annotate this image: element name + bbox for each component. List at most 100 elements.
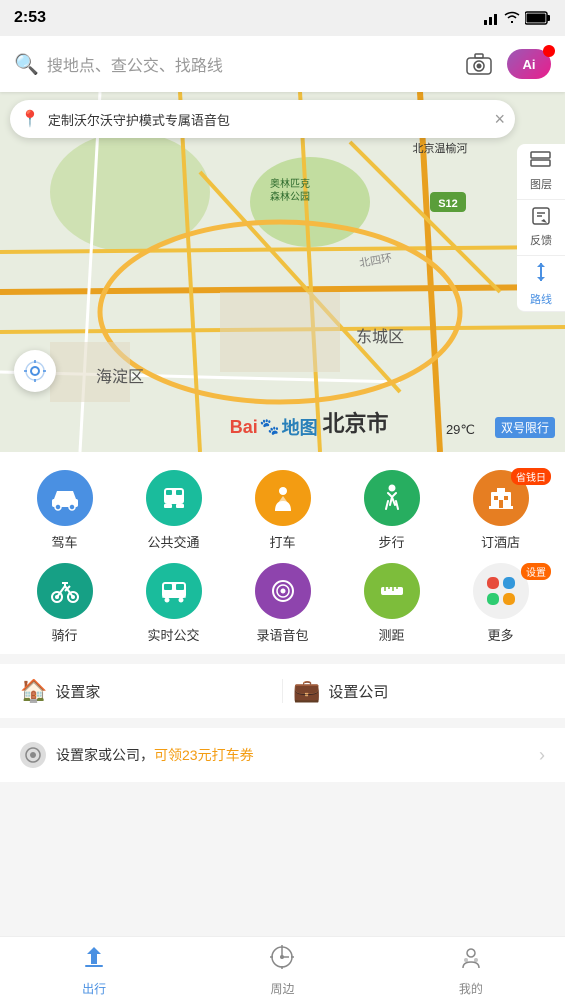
drive-icon [37,470,93,526]
search-placeholder: 搜地点、查公交、找路线 [47,52,223,76]
location-icon [23,359,47,383]
hotel-badge: 省钱日 [511,468,551,485]
nearby-tab-icon [269,944,295,977]
company-link-text: 设置公司 [328,681,388,702]
notification-text: 定制沃尔沃守护模式专属语音包 [48,110,487,129]
promo-icon [20,742,46,768]
more-badge: 设置 [521,563,551,580]
promo-arrow-icon: › [539,745,545,766]
drive-label: 驾车 [51,532,77,551]
feedback-label: 反馈 [530,232,552,248]
route-button[interactable]: 路线 [517,256,565,312]
realbus-icon [146,563,202,619]
baidu-paw-icon: 🐾 [260,417,280,437]
transit-icon [146,470,202,526]
func-realbus[interactable]: 实时公交 [119,563,228,644]
search-icon: 🔍 [14,52,39,77]
set-home-link[interactable]: 🏠 设置家 [20,678,272,704]
svg-text:森林公园: 森林公园 [270,190,310,203]
notification-pin-icon: 📍 [20,109,40,129]
taxi-label: 打车 [269,532,295,551]
walk-icon [364,470,420,526]
map-background: S12 奥林匹克 森林公园 北京温榆河 北四环 海淀区 东城区 [0,92,565,452]
status-time: 2:53 [14,9,46,27]
measure-label: 测距 [378,625,404,644]
notification-banner: 📍 定制沃尔沃守护模式专属语音包 × [10,100,515,138]
walk-label: 步行 [378,532,404,551]
func-measure[interactable]: 测距 [337,563,446,644]
temperature-badge: 29℃ [446,422,475,438]
camera-button[interactable] [461,46,497,82]
function-grid: 驾车 公共交通 打车 [0,452,565,654]
voice-icon [255,563,311,619]
feedback-button[interactable]: 反馈 [517,200,565,256]
status-icons [483,10,551,26]
baidu-logo: Bai 🐾 地图 [230,414,318,440]
ai-button[interactable]: Ai [507,49,551,79]
baidu-text-blue: 地图 [282,414,318,440]
layers-label: 图层 [530,176,552,192]
func-hotel[interactable]: 省钱日 订酒店 [446,470,555,551]
map-area[interactable]: S12 奥林匹克 森林公园 北京温榆河 北四环 海淀区 东城区 📍 定制沃尔沃守… [0,92,565,452]
func-walk[interactable]: 步行 [337,470,446,551]
func-drive[interactable]: 驾车 [10,470,119,551]
bike-icon [37,563,93,619]
city-label: 北京市 [323,406,389,438]
quick-links: 🏠 设置家 💼 设置公司 [0,664,565,718]
svg-text:海淀区: 海淀区 [96,368,144,386]
layers-button[interactable]: 图层 [517,144,565,200]
func-taxi[interactable]: 打车 [228,470,337,551]
svg-text:北京温榆河: 北京温榆河 [413,141,468,155]
func-bike[interactable]: 骑行 [10,563,119,644]
taxi-icon [255,470,311,526]
home-icon: 🏠 [20,678,47,704]
route-icon [531,261,551,289]
bike-label: 骑行 [51,625,77,644]
set-company-link[interactable]: 💼 设置公司 [293,678,545,704]
ai-label: Ai [523,57,536,72]
status-bar: 2:53 [0,0,565,36]
bottom-tabs: 出行 周边 我的 [0,936,565,1004]
measure-icon [364,563,420,619]
home-link-text: 设置家 [55,681,100,702]
location-button[interactable] [14,350,56,392]
search-bar[interactable]: 🔍 搜地点、查公交、找路线 Ai [0,36,565,92]
search-input-area[interactable]: 🔍 搜地点、查公交、找路线 [14,52,451,77]
wifi-icon [503,11,521,25]
more-label: 更多 [487,625,513,644]
battery-icon [525,11,551,25]
svg-text:奥林匹克: 奥林匹克 [270,177,310,190]
mine-tab-label: 我的 [459,980,483,997]
promo-text: 设置家或公司，可领23元打车券 [56,745,529,765]
tab-mine[interactable]: 我的 [377,944,565,997]
signal-icon [483,10,499,26]
ai-badge [543,45,555,57]
tab-nearby[interactable]: 周边 [188,944,376,997]
promo-bar[interactable]: 设置家或公司，可领23元打车券 › [0,728,565,782]
notification-close-button[interactable]: × [494,109,505,130]
func-voice[interactable]: 录语音包 [228,563,337,644]
func-transit[interactable]: 公共交通 [119,470,228,551]
layers-icon [530,151,552,174]
baidu-text-red: Bai [230,417,258,438]
company-icon: 💼 [293,678,320,704]
hotel-label: 订酒店 [481,532,520,551]
svg-text:S12: S12 [438,198,458,210]
quick-link-divider [282,679,283,703]
camera-icon [466,53,492,75]
svg-text:东城区: 东城区 [356,328,404,346]
travel-tab-icon [81,944,107,977]
promo-highlight: 可领23元打车券 [154,747,254,763]
tab-travel[interactable]: 出行 [0,944,188,997]
restriction-badge: 双号限行 [495,417,555,438]
voice-label: 录语音包 [256,625,308,644]
transit-label: 公共交通 [147,532,199,551]
travel-tab-label: 出行 [82,980,106,997]
realbus-label: 实时公交 [147,625,199,644]
map-controls: 图层 反馈 路线 [517,144,565,312]
route-label: 路线 [530,291,552,307]
nearby-tab-label: 周边 [270,980,294,997]
mine-tab-icon [458,944,484,977]
feedback-icon [532,207,550,230]
func-more[interactable]: 设置 更多 [446,563,555,644]
